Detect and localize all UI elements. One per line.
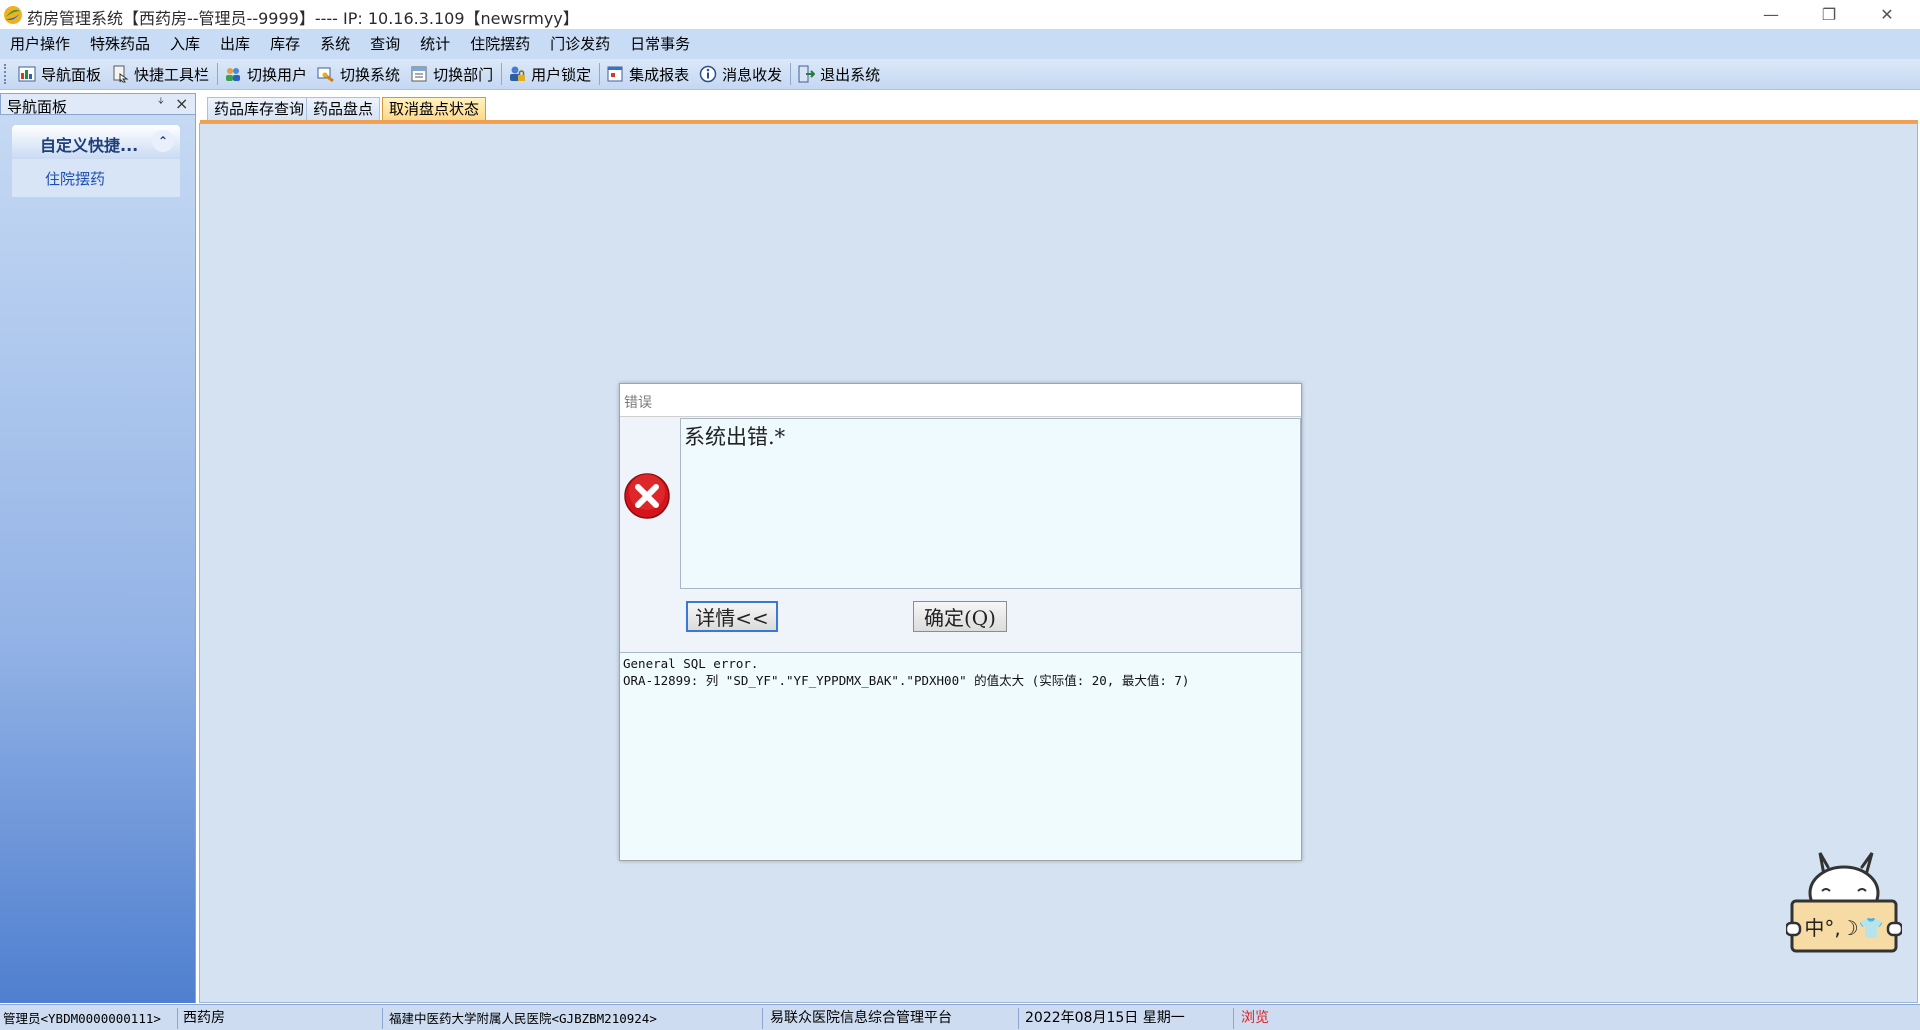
nav-item-inpatient-dispensing[interactable]: 住院摆药 (45, 168, 105, 189)
switch-system-icon (316, 64, 336, 84)
details-button[interactable]: 详情<< (686, 601, 778, 632)
exit-system-label: 退出系统 (820, 65, 881, 84)
menu-user-operations[interactable]: 用户操作 (0, 29, 80, 59)
dialog-title-bar: 错误 (620, 384, 1301, 417)
toolbar-separator (501, 63, 503, 85)
ime-label: 中°,☽👕 (1804, 916, 1883, 940)
close-icon[interactable]: × (175, 94, 188, 113)
navigation-panel-header: 导航面板 ᛎ × (0, 93, 196, 116)
switch-user-button[interactable]: 切换用户 (220, 61, 313, 87)
tab-strip: 药品库存查询 药品盘点 取消盘点状态 (200, 93, 1920, 121)
title-bar: 药房管理系统【西药房--管理员--9999】---- IP: 10.16.3.1… (0, 0, 1920, 29)
error-detail-line: ORA-12899: 列 "SD_YF"."YF_YPPDMX_BAK"."PD… (623, 673, 1190, 688)
user-lock-label: 用户锁定 (531, 65, 592, 84)
status-mode: 浏览 (1241, 1010, 1269, 1026)
switch-user-label: 切换用户 (247, 65, 308, 84)
integrated-report-icon (605, 64, 625, 84)
menu-query[interactable]: 查询 (360, 29, 410, 59)
toolbar: 导航面板 快捷工具栏 切换用户 切换系统 切换部门 用户锁定 集成报表 消息收发… (0, 59, 1920, 90)
status-bar: 管理员<YBDM0000000111> 西药房 福建中医药大学附属人民医院<GJ… (0, 1004, 1920, 1030)
minimize-button[interactable]: — (1742, 0, 1800, 29)
integrated-report-button[interactable]: 集成报表 (602, 61, 695, 87)
nav-group-body: 住院摆药 (12, 159, 180, 197)
error-detail-line: General SQL error. (623, 656, 759, 671)
navigation-panel: 导航面板 ᛎ × 自定义快捷... ⌃ 住院摆药 (0, 93, 196, 1003)
tab-drug-stocktaking[interactable]: 药品盘点 (306, 97, 381, 121)
message-label: 消息收发 (722, 65, 783, 84)
toolbar-separator (790, 63, 792, 85)
status-hospital: 福建中医药大学附属人民医院<GJBZBM210924> (386, 1008, 763, 1029)
status-department: 西药房 (180, 1008, 383, 1029)
menu-statistics[interactable]: 统计 (410, 29, 460, 59)
switch-department-button[interactable]: 切换部门 (406, 61, 499, 87)
menu-inventory[interactable]: 库存 (260, 29, 310, 59)
toolbar-separator (217, 63, 219, 85)
navigation-panel-button[interactable]: 导航面板 (14, 61, 107, 87)
menu-special-drugs[interactable]: 特殊药品 (80, 29, 160, 59)
toolbar-separator (599, 63, 601, 85)
tab-cancel-stocktaking-status[interactable]: 取消盘点状态 (382, 97, 487, 121)
error-icon (624, 473, 670, 519)
tab-drug-inventory-query[interactable]: 药品库存查询 (207, 97, 312, 121)
menu-system[interactable]: 系统 (310, 29, 360, 59)
error-details-box[interactable]: General SQL error. ORA-12899: 列 "SD_YF".… (620, 652, 1301, 860)
status-user: 管理员<YBDM0000000111> (0, 1008, 178, 1029)
navigation-panel-icon (17, 64, 37, 84)
error-message: 系统出错.* (684, 425, 786, 449)
exit-system-button[interactable]: 退出系统 (793, 61, 886, 87)
switch-department-icon (409, 64, 429, 84)
status-platform: 易联众医院信息综合管理平台 (767, 1008, 1019, 1029)
pin-icon[interactable]: ᛎ (157, 96, 165, 111)
menu-inbound[interactable]: 入库 (160, 29, 210, 59)
menu-inpatient-dispensing[interactable]: 住院摆药 (460, 29, 540, 59)
status-date: 2022年08月15日 星期一 (1022, 1008, 1234, 1029)
shortcut-toolbar-icon (110, 64, 130, 84)
restore-button[interactable]: ❐ (1800, 0, 1858, 29)
navigation-panel-title: 导航面板 (7, 98, 68, 116)
ime-mascot-icon[interactable]: 中°,☽👕 (1786, 845, 1902, 965)
dialog-title: 错误 (624, 395, 652, 411)
shortcut-toolbar-button[interactable]: 快捷工具栏 (107, 61, 215, 87)
message-button[interactable]: 消息收发 (695, 61, 788, 87)
chevron-up-icon[interactable]: ⌃ (152, 130, 174, 152)
navigation-panel-label: 导航面板 (41, 65, 102, 84)
user-lock-button[interactable]: 用户锁定 (504, 61, 597, 87)
message-icon (698, 64, 718, 84)
menu-outbound[interactable]: 出库 (210, 29, 260, 59)
error-dialog: 错误 系统出错.* 详情<< 确定(Q) General SQL error. … (619, 383, 1302, 861)
menu-bar: 用户操作 特殊药品 入库 出库 库存 系统 查询 统计 住院摆药 门诊发药 日常… (0, 29, 1920, 59)
shortcut-toolbar-label: 快捷工具栏 (134, 65, 210, 84)
exit-icon (796, 64, 816, 84)
nav-group-title: 自定义快捷... (40, 136, 139, 155)
user-lock-icon (507, 64, 527, 84)
close-window-button[interactable]: ✕ (1858, 0, 1916, 29)
app-logo-icon (4, 6, 22, 24)
switch-system-button[interactable]: 切换系统 (313, 61, 406, 87)
error-message-box: 系统出错.* (680, 418, 1301, 589)
nav-group-header[interactable]: 自定义快捷... ⌃ (12, 125, 180, 159)
window-title: 药房管理系统【西药房--管理员--9999】---- IP: 10.16.3.1… (27, 9, 579, 28)
ok-button[interactable]: 确定(Q) (913, 601, 1007, 632)
switch-department-label: 切换部门 (433, 65, 494, 84)
switch-system-label: 切换系统 (340, 65, 401, 84)
menu-outpatient-dispensing[interactable]: 门诊发药 (540, 29, 620, 59)
toolbar-grip[interactable] (4, 64, 8, 84)
integrated-report-label: 集成报表 (629, 65, 690, 84)
menu-daily-affairs[interactable]: 日常事务 (620, 29, 700, 59)
switch-user-icon (223, 64, 243, 84)
